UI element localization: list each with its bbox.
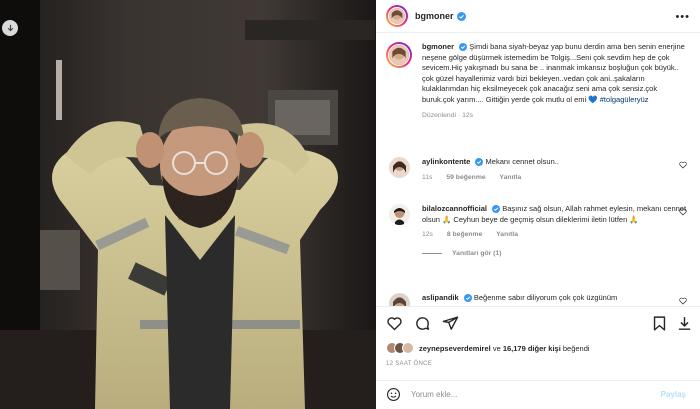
download-icon [7, 24, 13, 31]
comment-body: Beğenme sabır diliyorum çok çok üzgünüm [473, 293, 618, 302]
comment-meta: 11s 59 beğenme Yanıtla [422, 174, 691, 181]
reply-button[interactable]: Yanıtla [496, 231, 518, 238]
likes-connector: ve [492, 343, 501, 353]
likes-suffix: beğendi [562, 343, 590, 353]
verified-badge-icon [475, 158, 484, 167]
avatar-image [388, 44, 410, 66]
comment-text: aylinkontente Mekanı cennet olsun.. [422, 157, 691, 168]
caption-username[interactable]: bgmoner [422, 42, 454, 51]
instagram-post-modal: bgmoner ••• bgmoner Şimdi bana siyah-bey… [0, 0, 700, 409]
comment-like-count[interactable]: 8 beğenme [447, 231, 483, 238]
verified-badge-icon [463, 294, 472, 303]
edited-label: Düzenlendi [422, 111, 457, 119]
post-comment-button[interactable]: Paylaş [661, 390, 686, 399]
comment-input[interactable] [411, 389, 641, 399]
avatar-image [388, 7, 406, 25]
post-side-panel: bgmoner ••• bgmoner Şimdi bana siyah-bey… [376, 0, 700, 409]
download-icon[interactable] [676, 315, 693, 332]
comment-icon[interactable] [414, 315, 431, 332]
post-image [0, 0, 376, 409]
comment-body: Mekanı cennet olsun.. [485, 157, 559, 166]
emoji-icon[interactable] [386, 387, 401, 402]
comment-avatar[interactable] [389, 157, 410, 178]
comment-username[interactable]: aslipandik [422, 293, 459, 302]
comment-username[interactable]: bilalozcannofficial [422, 204, 487, 213]
caption-time: 12s [462, 111, 474, 119]
view-replies-button[interactable]: Yanıtları gör (1) [422, 250, 691, 257]
liker-avatar [402, 342, 414, 354]
more-options-button[interactable]: ••• [675, 11, 690, 23]
add-comment-bar: Paylaş [376, 380, 700, 407]
verified-badge-icon [492, 205, 501, 214]
caption-avatar[interactable] [386, 42, 412, 68]
liker-username[interactable]: zeynepseverdemirel [419, 344, 491, 353]
comment-avatar[interactable] [389, 204, 410, 225]
share-icon[interactable] [442, 315, 459, 332]
comment-meta: 12s 8 beğenme Yanıtla [422, 231, 691, 238]
comment-text: bilalozcannofficial Başınız sağ olsun, A… [422, 204, 691, 225]
verified-badge-icon [459, 43, 468, 52]
comment-like-icon[interactable] [679, 297, 687, 305]
bookmark-icon[interactable] [651, 315, 668, 332]
post-actions: zeynepseverdemirel ve 16,179 diğer kişi … [376, 306, 700, 406]
comment-item: aslipandik Beğenme sabır diliyorum çok ç… [386, 293, 691, 306]
post-caption: bgmoner Şimdi bana siyah-beyaz yap bunu … [386, 42, 691, 119]
heart-icon[interactable] [386, 315, 403, 332]
blue-heart-emoji: 💙 [588, 94, 598, 104]
comment-username[interactable]: aylinkontente [422, 157, 470, 166]
post-header: bgmoner ••• [376, 0, 700, 33]
comment-time: 12s [422, 231, 433, 239]
author-username[interactable]: bgmoner [415, 11, 454, 21]
download-button[interactable] [2, 20, 18, 36]
caption-meta: Düzenlendi · 12s [422, 111, 474, 119]
likes-count[interactable]: 16,179 diğer kişi [503, 344, 561, 353]
caption-text: bgmoner Şimdi bana siyah-beyaz yap bunu … [422, 42, 691, 106]
comment-time: 11s [422, 173, 433, 181]
post-timestamp: 12 SAAT ÖNCE [386, 361, 433, 367]
hashtag-link[interactable]: #tolgagüleryüz [600, 95, 649, 104]
action-bar [386, 315, 691, 333]
comment-like-count[interactable]: 59 beğenme [446, 174, 485, 181]
liker-avatars [386, 342, 414, 354]
comments-scroll-area[interactable]: bgmoner Şimdi bana siyah-beyaz yap bunu … [376, 34, 700, 306]
verified-badge-icon [456, 11, 466, 21]
replies-divider [422, 253, 442, 255]
reply-button[interactable]: Yanıtla [499, 174, 521, 181]
photo-illustration [0, 0, 376, 409]
comment-avatar[interactable] [389, 293, 410, 306]
author-avatar[interactable] [386, 5, 408, 27]
likes-summary: zeynepseverdemirel ve 16,179 diğer kişi … [386, 342, 590, 354]
comment-text: aslipandik Beğenme sabır diliyorum çok ç… [422, 293, 691, 304]
comment-item: aylinkontente Mekanı cennet olsun.. 11s … [386, 157, 691, 181]
comment-like-icon[interactable] [679, 208, 687, 216]
view-replies-label: Yanıtları gör (1) [452, 250, 502, 258]
comment-item: bilalozcannofficial Başınız sağ olsun, A… [386, 204, 691, 257]
comment-like-icon[interactable] [679, 161, 687, 169]
